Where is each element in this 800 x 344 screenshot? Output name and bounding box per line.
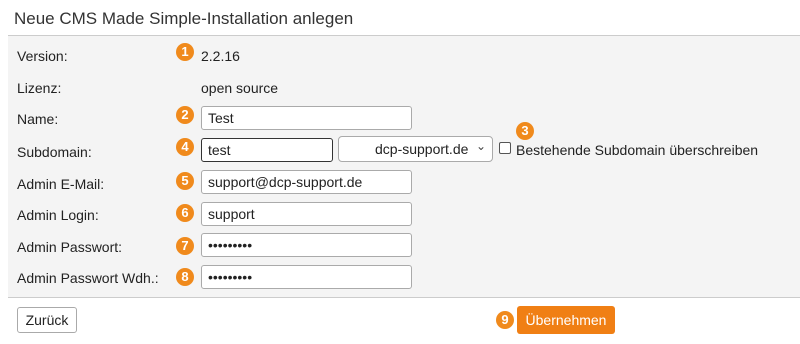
admin-password-label: Admin Passwort:: [17, 239, 123, 255]
admin-email-input[interactable]: [201, 170, 412, 194]
form-panel: [8, 35, 800, 298]
overwrite-subdomain-checkbox[interactable]: [499, 142, 511, 154]
name-label: Name:: [17, 111, 59, 127]
admin-password-repeat-label: Admin Passwort Wdh.:: [17, 270, 159, 286]
admin-login-input[interactable]: [201, 202, 412, 226]
step-badge-6: 6: [176, 204, 194, 222]
back-button[interactable]: Zurück: [17, 307, 77, 333]
license-label: Lizenz:: [17, 80, 62, 96]
step-badge-4: 4: [176, 138, 194, 156]
domain-select[interactable]: dcp-support.de ⌄: [338, 136, 493, 162]
apply-button[interactable]: Übernehmen: [517, 306, 615, 334]
admin-password-input[interactable]: [201, 233, 412, 257]
version-label: Version:: [17, 48, 68, 64]
step-badge-8: 8: [176, 268, 194, 286]
overwrite-subdomain-label: Bestehende Subdomain überschreiben: [516, 142, 759, 158]
step-badge-7: 7: [176, 237, 194, 255]
step-badge-1: 1: [176, 43, 194, 61]
step-badge-3: 3: [516, 122, 534, 140]
name-input[interactable]: [201, 106, 412, 130]
page-title: Neue CMS Made Simple-Installation anlege…: [14, 9, 354, 28]
version-value: 2.2.16: [201, 48, 240, 64]
admin-email-label: Admin E-Mail:: [17, 176, 105, 192]
license-value: open source: [201, 80, 279, 96]
subdomain-label: Subdomain:: [17, 144, 92, 160]
step-badge-9: 9: [496, 311, 514, 329]
subdomain-input[interactable]: [201, 138, 333, 162]
domain-select-value: dcp-support.de: [375, 141, 469, 157]
admin-login-label: Admin Login:: [17, 207, 99, 223]
step-badge-2: 2: [176, 106, 194, 124]
step-badge-5: 5: [176, 172, 194, 190]
chevron-down-icon: ⌄: [475, 139, 486, 153]
admin-password-repeat-input[interactable]: [201, 265, 412, 289]
